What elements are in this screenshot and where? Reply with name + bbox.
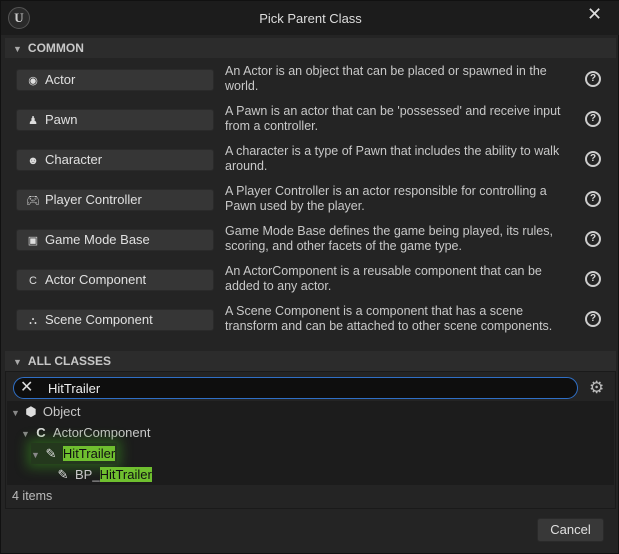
class-button[interactable]: ⛬ Scene Component: [16, 309, 214, 331]
common-class-row: ♟ Pawn A Pawn is an actor that can be 'po…: [5, 100, 616, 140]
collapse-triangle-icon: ▼: [13, 357, 22, 367]
help-icon[interactable]: ?: [585, 191, 601, 207]
tree-item-label: HitTrailer: [62, 446, 116, 461]
class-description: A Scene Component is a component that ha…: [225, 304, 553, 333]
component-icon: C: [29, 275, 37, 287]
tree-item-hittrailer[interactable]: ▼ ✎ HitTrailer: [31, 443, 118, 464]
clear-search-icon[interactable]: ✕: [20, 378, 33, 398]
common-class-row: C Actor Component An ActorComponent is a …: [5, 260, 616, 300]
common-header-label: COMMON: [27, 41, 84, 55]
expand-triangle-icon[interactable]: ▼: [21, 429, 30, 439]
class-button[interactable]: 🎮︎ Player Controller: [16, 189, 214, 211]
class-button[interactable]: C Actor Component: [16, 269, 214, 291]
class-description: A character is a type of Pawn that inclu…: [225, 144, 560, 173]
component-icon: C: [36, 425, 46, 440]
object-icon: ⬢: [25, 404, 37, 419]
tree-item-object[interactable]: ▼ ⬢ Object: [11, 401, 81, 422]
help-icon[interactable]: ?: [585, 151, 601, 167]
search-box[interactable]: ✕: [13, 377, 578, 399]
help-icon[interactable]: ?: [585, 71, 601, 87]
blueprint-icon: ✎: [45, 446, 57, 461]
class-button[interactable]: ◉ Actor: [16, 69, 214, 91]
class-button-label: Character: [45, 152, 103, 167]
class-description: Game Mode Base defines the game being pl…: [225, 224, 553, 253]
class-tree: ▼ ⬢ Object ▼ C ActorComponent ▼ ✎ HitTrailer ✎…: [7, 401, 614, 485]
help-icon[interactable]: ?: [585, 111, 601, 127]
all-classes-section-header[interactable]: ▼ ALL CLASSES: [5, 351, 616, 371]
class-button[interactable]: ♟ Pawn: [16, 109, 214, 131]
close-icon[interactable]: ✕: [587, 4, 602, 25]
game-mode-icon: ▣: [27, 235, 39, 247]
gear-icon[interactable]: ⚙: [589, 378, 604, 398]
help-icon[interactable]: ?: [585, 311, 601, 327]
actor-icon: ◉: [28, 75, 38, 87]
class-description: An ActorComponent is a reusable componen…: [225, 264, 542, 293]
common-class-row: 🎮︎ Player Controller A Player Controller …: [5, 180, 616, 220]
tree-item-label: ActorComponent: [52, 425, 151, 440]
class-description: An Actor is an object that can be placed…: [225, 64, 547, 93]
blueprint-icon: ✎: [57, 467, 69, 482]
expand-triangle-icon[interactable]: ▼: [31, 450, 40, 460]
common-class-row: ⛬ Scene Component A Scene Component is a …: [5, 300, 616, 340]
common-class-row: ◉ Actor An Actor is an object that can be…: [5, 60, 616, 100]
class-button[interactable]: ☻ Character: [16, 149, 214, 171]
tree-item-actorcomponent[interactable]: ▼ C ActorComponent: [21, 422, 150, 443]
tree-item-label: HitTrailer: [99, 467, 152, 482]
search-input[interactable]: [48, 380, 548, 397]
gamepad-icon: 🎮︎: [26, 195, 40, 207]
help-icon[interactable]: ?: [585, 231, 601, 247]
tree-item-label: Object: [42, 404, 81, 419]
all-classes-header-label: ALL CLASSES: [27, 354, 112, 368]
class-button-label: Actor Component: [45, 272, 147, 287]
common-class-row: ▣ Game Mode Base Game Mode Base defines t…: [5, 220, 616, 260]
class-button-label: Pawn: [45, 112, 78, 127]
scene-component-icon: ⛬: [29, 315, 37, 327]
dialog-title: Pick Parent Class: [259, 11, 362, 26]
class-button-label: Player Controller: [45, 192, 142, 207]
class-description: A Player Controller is an actor responsi…: [225, 184, 547, 213]
expand-triangle-icon[interactable]: ▼: [11, 408, 20, 418]
class-button[interactable]: ▣ Game Mode Base: [16, 229, 214, 251]
common-class-row: ☻ Character A character is a type of Pawn…: [5, 140, 616, 180]
item-count: 4 items: [12, 489, 53, 503]
tree-item-prefix: BP_: [75, 467, 100, 482]
class-button-label: Game Mode Base: [45, 232, 150, 247]
class-description: A Pawn is an actor that can be 'possesse…: [225, 104, 561, 133]
collapse-triangle-icon: ▼: [13, 44, 22, 54]
help-icon[interactable]: ?: [585, 271, 601, 287]
cancel-button[interactable]: Cancel: [537, 518, 604, 542]
common-section-header[interactable]: ▼ COMMON: [5, 38, 616, 58]
character-icon: ☻: [27, 155, 39, 167]
class-button-label: Scene Component: [45, 312, 153, 327]
tree-item-bp-hittrailer[interactable]: ✎ BP_HitTrailer: [55, 464, 152, 485]
class-button-label: Actor: [45, 72, 76, 87]
pawn-icon: ♟: [28, 115, 38, 127]
